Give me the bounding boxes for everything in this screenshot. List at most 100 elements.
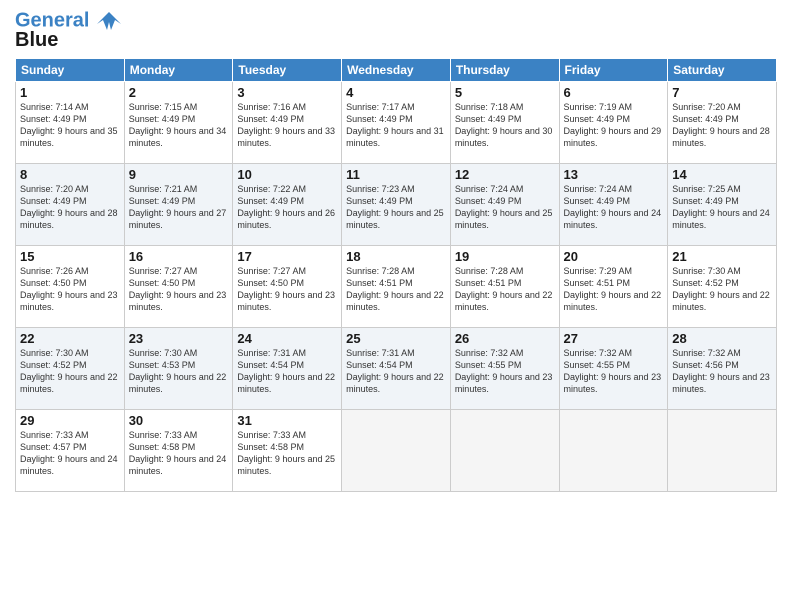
calendar-cell xyxy=(450,410,559,492)
calendar-week-row: 8Sunrise: 7:20 AMSunset: 4:49 PMDaylight… xyxy=(16,164,777,246)
calendar-cell: 31Sunrise: 7:33 AMSunset: 4:58 PMDayligh… xyxy=(233,410,342,492)
calendar-cell: 5Sunrise: 7:18 AMSunset: 4:49 PMDaylight… xyxy=(450,82,559,164)
calendar-cell: 1Sunrise: 7:14 AMSunset: 4:49 PMDaylight… xyxy=(16,82,125,164)
calendar-cell: 13Sunrise: 7:24 AMSunset: 4:49 PMDayligh… xyxy=(559,164,668,246)
day-info: Sunrise: 7:24 AMSunset: 4:49 PMDaylight:… xyxy=(564,183,664,232)
day-info: Sunrise: 7:28 AMSunset: 4:51 PMDaylight:… xyxy=(346,265,446,314)
calendar-cell: 3Sunrise: 7:16 AMSunset: 4:49 PMDaylight… xyxy=(233,82,342,164)
day-info: Sunrise: 7:24 AMSunset: 4:49 PMDaylight:… xyxy=(455,183,555,232)
calendar-cell: 14Sunrise: 7:25 AMSunset: 4:49 PMDayligh… xyxy=(668,164,777,246)
day-number: 18 xyxy=(346,249,446,264)
day-info: Sunrise: 7:29 AMSunset: 4:51 PMDaylight:… xyxy=(564,265,664,314)
day-number: 31 xyxy=(237,413,337,428)
calendar-header-row: Sunday Monday Tuesday Wednesday Thursday… xyxy=(16,59,777,82)
day-info: Sunrise: 7:14 AMSunset: 4:49 PMDaylight:… xyxy=(20,101,120,150)
day-info: Sunrise: 7:20 AMSunset: 4:49 PMDaylight:… xyxy=(672,101,772,150)
day-number: 8 xyxy=(20,167,120,182)
day-info: Sunrise: 7:28 AMSunset: 4:51 PMDaylight:… xyxy=(455,265,555,314)
calendar-cell: 12Sunrise: 7:24 AMSunset: 4:49 PMDayligh… xyxy=(450,164,559,246)
day-number: 26 xyxy=(455,331,555,346)
day-info: Sunrise: 7:31 AMSunset: 4:54 PMDaylight:… xyxy=(346,347,446,396)
calendar-table: Sunday Monday Tuesday Wednesday Thursday… xyxy=(15,58,777,492)
calendar-cell: 30Sunrise: 7:33 AMSunset: 4:58 PMDayligh… xyxy=(124,410,233,492)
col-friday: Friday xyxy=(559,59,668,82)
day-number: 7 xyxy=(672,85,772,100)
day-info: Sunrise: 7:30 AMSunset: 4:52 PMDaylight:… xyxy=(20,347,120,396)
col-sunday: Sunday xyxy=(16,59,125,82)
day-info: Sunrise: 7:25 AMSunset: 4:49 PMDaylight:… xyxy=(672,183,772,232)
calendar-cell: 19Sunrise: 7:28 AMSunset: 4:51 PMDayligh… xyxy=(450,246,559,328)
day-info: Sunrise: 7:22 AMSunset: 4:49 PMDaylight:… xyxy=(237,183,337,232)
day-number: 28 xyxy=(672,331,772,346)
calendar-cell: 26Sunrise: 7:32 AMSunset: 4:55 PMDayligh… xyxy=(450,328,559,410)
logo-line2: Blue xyxy=(15,30,121,50)
day-number: 2 xyxy=(129,85,229,100)
day-info: Sunrise: 7:27 AMSunset: 4:50 PMDaylight:… xyxy=(129,265,229,314)
day-number: 23 xyxy=(129,331,229,346)
day-number: 25 xyxy=(346,331,446,346)
day-number: 13 xyxy=(564,167,664,182)
day-number: 12 xyxy=(455,167,555,182)
day-number: 22 xyxy=(20,331,120,346)
day-info: Sunrise: 7:23 AMSunset: 4:49 PMDaylight:… xyxy=(346,183,446,232)
calendar-cell: 6Sunrise: 7:19 AMSunset: 4:49 PMDaylight… xyxy=(559,82,668,164)
day-number: 30 xyxy=(129,413,229,428)
calendar-cell: 24Sunrise: 7:31 AMSunset: 4:54 PMDayligh… xyxy=(233,328,342,410)
day-info: Sunrise: 7:33 AMSunset: 4:58 PMDaylight:… xyxy=(129,429,229,478)
day-number: 24 xyxy=(237,331,337,346)
calendar-cell xyxy=(668,410,777,492)
day-number: 29 xyxy=(20,413,120,428)
day-number: 9 xyxy=(129,167,229,182)
calendar-cell: 22Sunrise: 7:30 AMSunset: 4:52 PMDayligh… xyxy=(16,328,125,410)
calendar-cell: 11Sunrise: 7:23 AMSunset: 4:49 PMDayligh… xyxy=(342,164,451,246)
day-number: 20 xyxy=(564,249,664,264)
calendar-cell: 10Sunrise: 7:22 AMSunset: 4:49 PMDayligh… xyxy=(233,164,342,246)
day-info: Sunrise: 7:17 AMSunset: 4:49 PMDaylight:… xyxy=(346,101,446,150)
day-number: 6 xyxy=(564,85,664,100)
day-info: Sunrise: 7:20 AMSunset: 4:49 PMDaylight:… xyxy=(20,183,120,232)
day-number: 10 xyxy=(237,167,337,182)
day-info: Sunrise: 7:32 AMSunset: 4:55 PMDaylight:… xyxy=(564,347,664,396)
calendar-cell: 25Sunrise: 7:31 AMSunset: 4:54 PMDayligh… xyxy=(342,328,451,410)
calendar-cell: 8Sunrise: 7:20 AMSunset: 4:49 PMDaylight… xyxy=(16,164,125,246)
day-info: Sunrise: 7:15 AMSunset: 4:49 PMDaylight:… xyxy=(129,101,229,150)
calendar-cell: 29Sunrise: 7:33 AMSunset: 4:57 PMDayligh… xyxy=(16,410,125,492)
day-info: Sunrise: 7:33 AMSunset: 4:58 PMDaylight:… xyxy=(237,429,337,478)
calendar-cell: 2Sunrise: 7:15 AMSunset: 4:49 PMDaylight… xyxy=(124,82,233,164)
logo-bird-icon xyxy=(97,10,121,32)
calendar-cell: 7Sunrise: 7:20 AMSunset: 4:49 PMDaylight… xyxy=(668,82,777,164)
day-info: Sunrise: 7:27 AMSunset: 4:50 PMDaylight:… xyxy=(237,265,337,314)
col-monday: Monday xyxy=(124,59,233,82)
day-number: 11 xyxy=(346,167,446,182)
col-thursday: Thursday xyxy=(450,59,559,82)
calendar-cell: 16Sunrise: 7:27 AMSunset: 4:50 PMDayligh… xyxy=(124,246,233,328)
calendar-cell: 17Sunrise: 7:27 AMSunset: 4:50 PMDayligh… xyxy=(233,246,342,328)
day-number: 16 xyxy=(129,249,229,264)
day-number: 15 xyxy=(20,249,120,264)
col-tuesday: Tuesday xyxy=(233,59,342,82)
day-info: Sunrise: 7:21 AMSunset: 4:49 PMDaylight:… xyxy=(129,183,229,232)
calendar-cell: 15Sunrise: 7:26 AMSunset: 4:50 PMDayligh… xyxy=(16,246,125,328)
day-number: 14 xyxy=(672,167,772,182)
day-number: 19 xyxy=(455,249,555,264)
calendar-cell: 9Sunrise: 7:21 AMSunset: 4:49 PMDaylight… xyxy=(124,164,233,246)
day-number: 4 xyxy=(346,85,446,100)
logo-general: General xyxy=(15,9,89,31)
col-wednesday: Wednesday xyxy=(342,59,451,82)
calendar-week-row: 22Sunrise: 7:30 AMSunset: 4:52 PMDayligh… xyxy=(16,328,777,410)
calendar-cell: 4Sunrise: 7:17 AMSunset: 4:49 PMDaylight… xyxy=(342,82,451,164)
day-number: 3 xyxy=(237,85,337,100)
day-number: 21 xyxy=(672,249,772,264)
calendar-cell xyxy=(559,410,668,492)
day-info: Sunrise: 7:33 AMSunset: 4:57 PMDaylight:… xyxy=(20,429,120,478)
main-container: General Blue Sunday Monday Tuesday Wedne… xyxy=(0,0,792,497)
day-number: 27 xyxy=(564,331,664,346)
day-info: Sunrise: 7:18 AMSunset: 4:49 PMDaylight:… xyxy=(455,101,555,150)
calendar-cell: 28Sunrise: 7:32 AMSunset: 4:56 PMDayligh… xyxy=(668,328,777,410)
calendar-week-row: 1Sunrise: 7:14 AMSunset: 4:49 PMDaylight… xyxy=(16,82,777,164)
day-info: Sunrise: 7:26 AMSunset: 4:50 PMDaylight:… xyxy=(20,265,120,314)
logo-text-block: General Blue xyxy=(15,10,121,50)
day-info: Sunrise: 7:16 AMSunset: 4:49 PMDaylight:… xyxy=(237,101,337,150)
day-info: Sunrise: 7:32 AMSunset: 4:56 PMDaylight:… xyxy=(672,347,772,396)
day-info: Sunrise: 7:31 AMSunset: 4:54 PMDaylight:… xyxy=(237,347,337,396)
